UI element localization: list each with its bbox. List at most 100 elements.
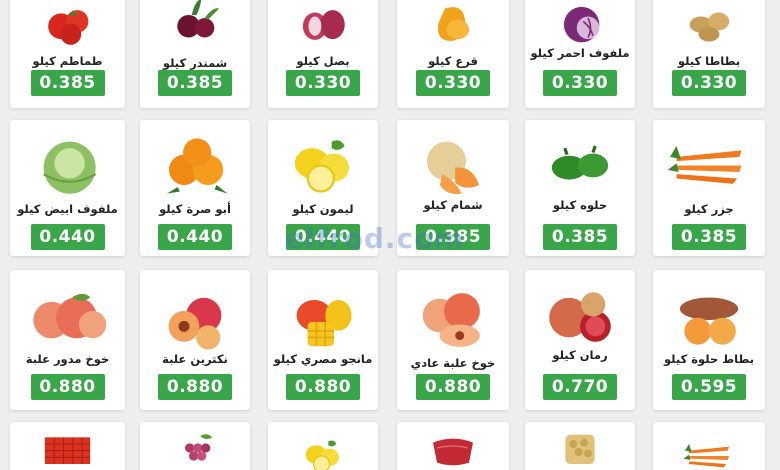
grapes-icon — [185, 434, 213, 461]
product-image — [397, 0, 509, 52]
product-image — [653, 0, 765, 52]
product-name: أبو صرة كيلو — [159, 202, 231, 216]
tomato-icon — [48, 10, 89, 45]
product-image — [397, 428, 509, 470]
product-name: خوخ علبة عادي — [410, 356, 496, 370]
product-name: مانجو مصري كيلو — [273, 352, 373, 366]
lemon-icon — [305, 440, 339, 470]
price-badge: 0.770 — [543, 374, 617, 400]
price-badge: 0.330 — [286, 70, 360, 96]
beetroot-icon — [177, 0, 220, 38]
product-image — [140, 270, 250, 352]
product-image — [397, 270, 509, 352]
product-image — [268, 428, 378, 470]
price-badge: 0.385 — [543, 224, 617, 250]
price-badge: 0.385 — [30, 70, 105, 96]
product-image — [653, 120, 765, 198]
melon-icon — [427, 141, 479, 195]
product-card[interactable] — [10, 422, 125, 470]
product-image — [10, 428, 125, 470]
price-badge: 0.330 — [416, 70, 490, 96]
product-card[interactable] — [397, 422, 509, 470]
product-name: جزر كيلو — [684, 202, 734, 216]
product-name: بطاطا كيلو — [677, 54, 741, 68]
product-name: شمام كيلو — [423, 198, 483, 212]
product-image — [10, 0, 125, 52]
product-name: ملفوف احمر كيلو — [530, 46, 630, 60]
nectarine-icon — [168, 297, 222, 350]
product-image — [525, 120, 635, 198]
product-card[interactable]: قرع كيلو 0.330 — [397, 0, 509, 108]
product-card[interactable] — [653, 422, 765, 470]
watermark: elfrod.com — [285, 222, 465, 255]
product-name: قرع كيلو — [428, 54, 478, 68]
product-image — [10, 120, 125, 198]
price-badge: 0.440 — [158, 224, 232, 250]
product-image — [140, 428, 250, 470]
product-name: بطاط حلوة كيلو — [663, 352, 755, 366]
product-card[interactable]: مانجو مصري كيلو 0.880 — [268, 270, 378, 410]
pumpkin-icon — [438, 7, 470, 41]
peach-box-icon — [422, 293, 480, 347]
product-card[interactable]: بطاط حلوة كيلو 0.595 — [653, 270, 765, 410]
green-pepper-icon — [551, 145, 609, 180]
red-cabbage-icon — [563, 6, 600, 43]
product-name: رمان كيلو — [552, 348, 608, 362]
product-card[interactable] — [268, 422, 378, 470]
product-card[interactable] — [140, 422, 250, 470]
product-image — [525, 428, 635, 470]
price-badge: 0.385 — [672, 224, 746, 250]
mango-icon — [296, 300, 352, 347]
product-card[interactable]: بصل كيلو 0.330 — [268, 0, 378, 108]
potato-icon — [689, 12, 730, 42]
product-image — [268, 0, 378, 52]
price-badge: 0.385 — [158, 70, 232, 96]
product-card[interactable]: طماطم كيلو 0.385 — [10, 0, 125, 108]
price-badge: 0.595 — [672, 374, 746, 400]
carrot-icon — [667, 146, 742, 184]
price-badge: 0.880 — [30, 374, 105, 400]
product-name: ملفوف ابيض كيلو — [17, 202, 118, 216]
onion-icon — [302, 10, 345, 40]
product-card[interactable]: جزر كيلو 0.385 — [653, 120, 765, 256]
product-name: شمندر كيلو — [162, 56, 228, 70]
product-image — [525, 270, 635, 352]
product-card[interactable]: خوخ علبة عادي 0.880 — [397, 270, 509, 410]
product-card[interactable]: حلوه كيلو 0.385 — [525, 120, 635, 256]
product-image — [140, 120, 250, 198]
product-card[interactable]: أبو صرة كيلو 0.440 — [140, 120, 250, 256]
product-name: نكترين علبة — [162, 352, 228, 366]
product-name: حلوه كيلو — [552, 198, 608, 212]
pomegranate-icon — [549, 292, 611, 342]
product-name: طماطم كيلو — [32, 54, 103, 68]
strawberry-box-icon — [44, 437, 91, 464]
product-image — [268, 120, 378, 198]
product-name: خوخ مدور علبة — [25, 352, 110, 366]
carrot-icon — [683, 444, 729, 468]
product-card[interactable]: ملفوف ابيض كيلو 0.440 — [10, 120, 125, 256]
orange-icon — [166, 138, 228, 194]
lemon-icon — [294, 140, 349, 193]
price-badge: 0.330 — [672, 70, 746, 96]
product-card[interactable]: ملفوف احمر كيلو 0.330 — [525, 0, 635, 108]
product-image — [653, 428, 765, 470]
product-image — [268, 270, 378, 352]
product-card[interactable] — [525, 422, 635, 470]
product-image — [397, 120, 509, 198]
product-card[interactable]: بطاطا كيلو 0.330 — [653, 0, 765, 108]
product-card[interactable]: شمندر كيلو 0.385 — [140, 0, 250, 108]
product-name: ليمون كيلو — [292, 202, 354, 216]
white-cabbage-icon — [43, 141, 97, 194]
product-card[interactable]: خوخ مدور علبة 0.880 — [10, 270, 125, 410]
meat-icon — [433, 438, 473, 466]
product-card[interactable]: نكترين علبة 0.880 — [140, 270, 250, 410]
peach-icon — [33, 293, 107, 339]
product-card[interactable]: رمان كيلو 0.770 — [525, 270, 635, 410]
product-image — [653, 270, 765, 352]
price-badge: 0.880 — [416, 374, 490, 400]
price-badge: 0.440 — [30, 224, 105, 250]
product-name: بصل كيلو — [296, 54, 350, 68]
price-badge: 0.880 — [158, 374, 232, 400]
sweet-potato-icon — [679, 297, 739, 345]
product-image — [525, 0, 635, 52]
